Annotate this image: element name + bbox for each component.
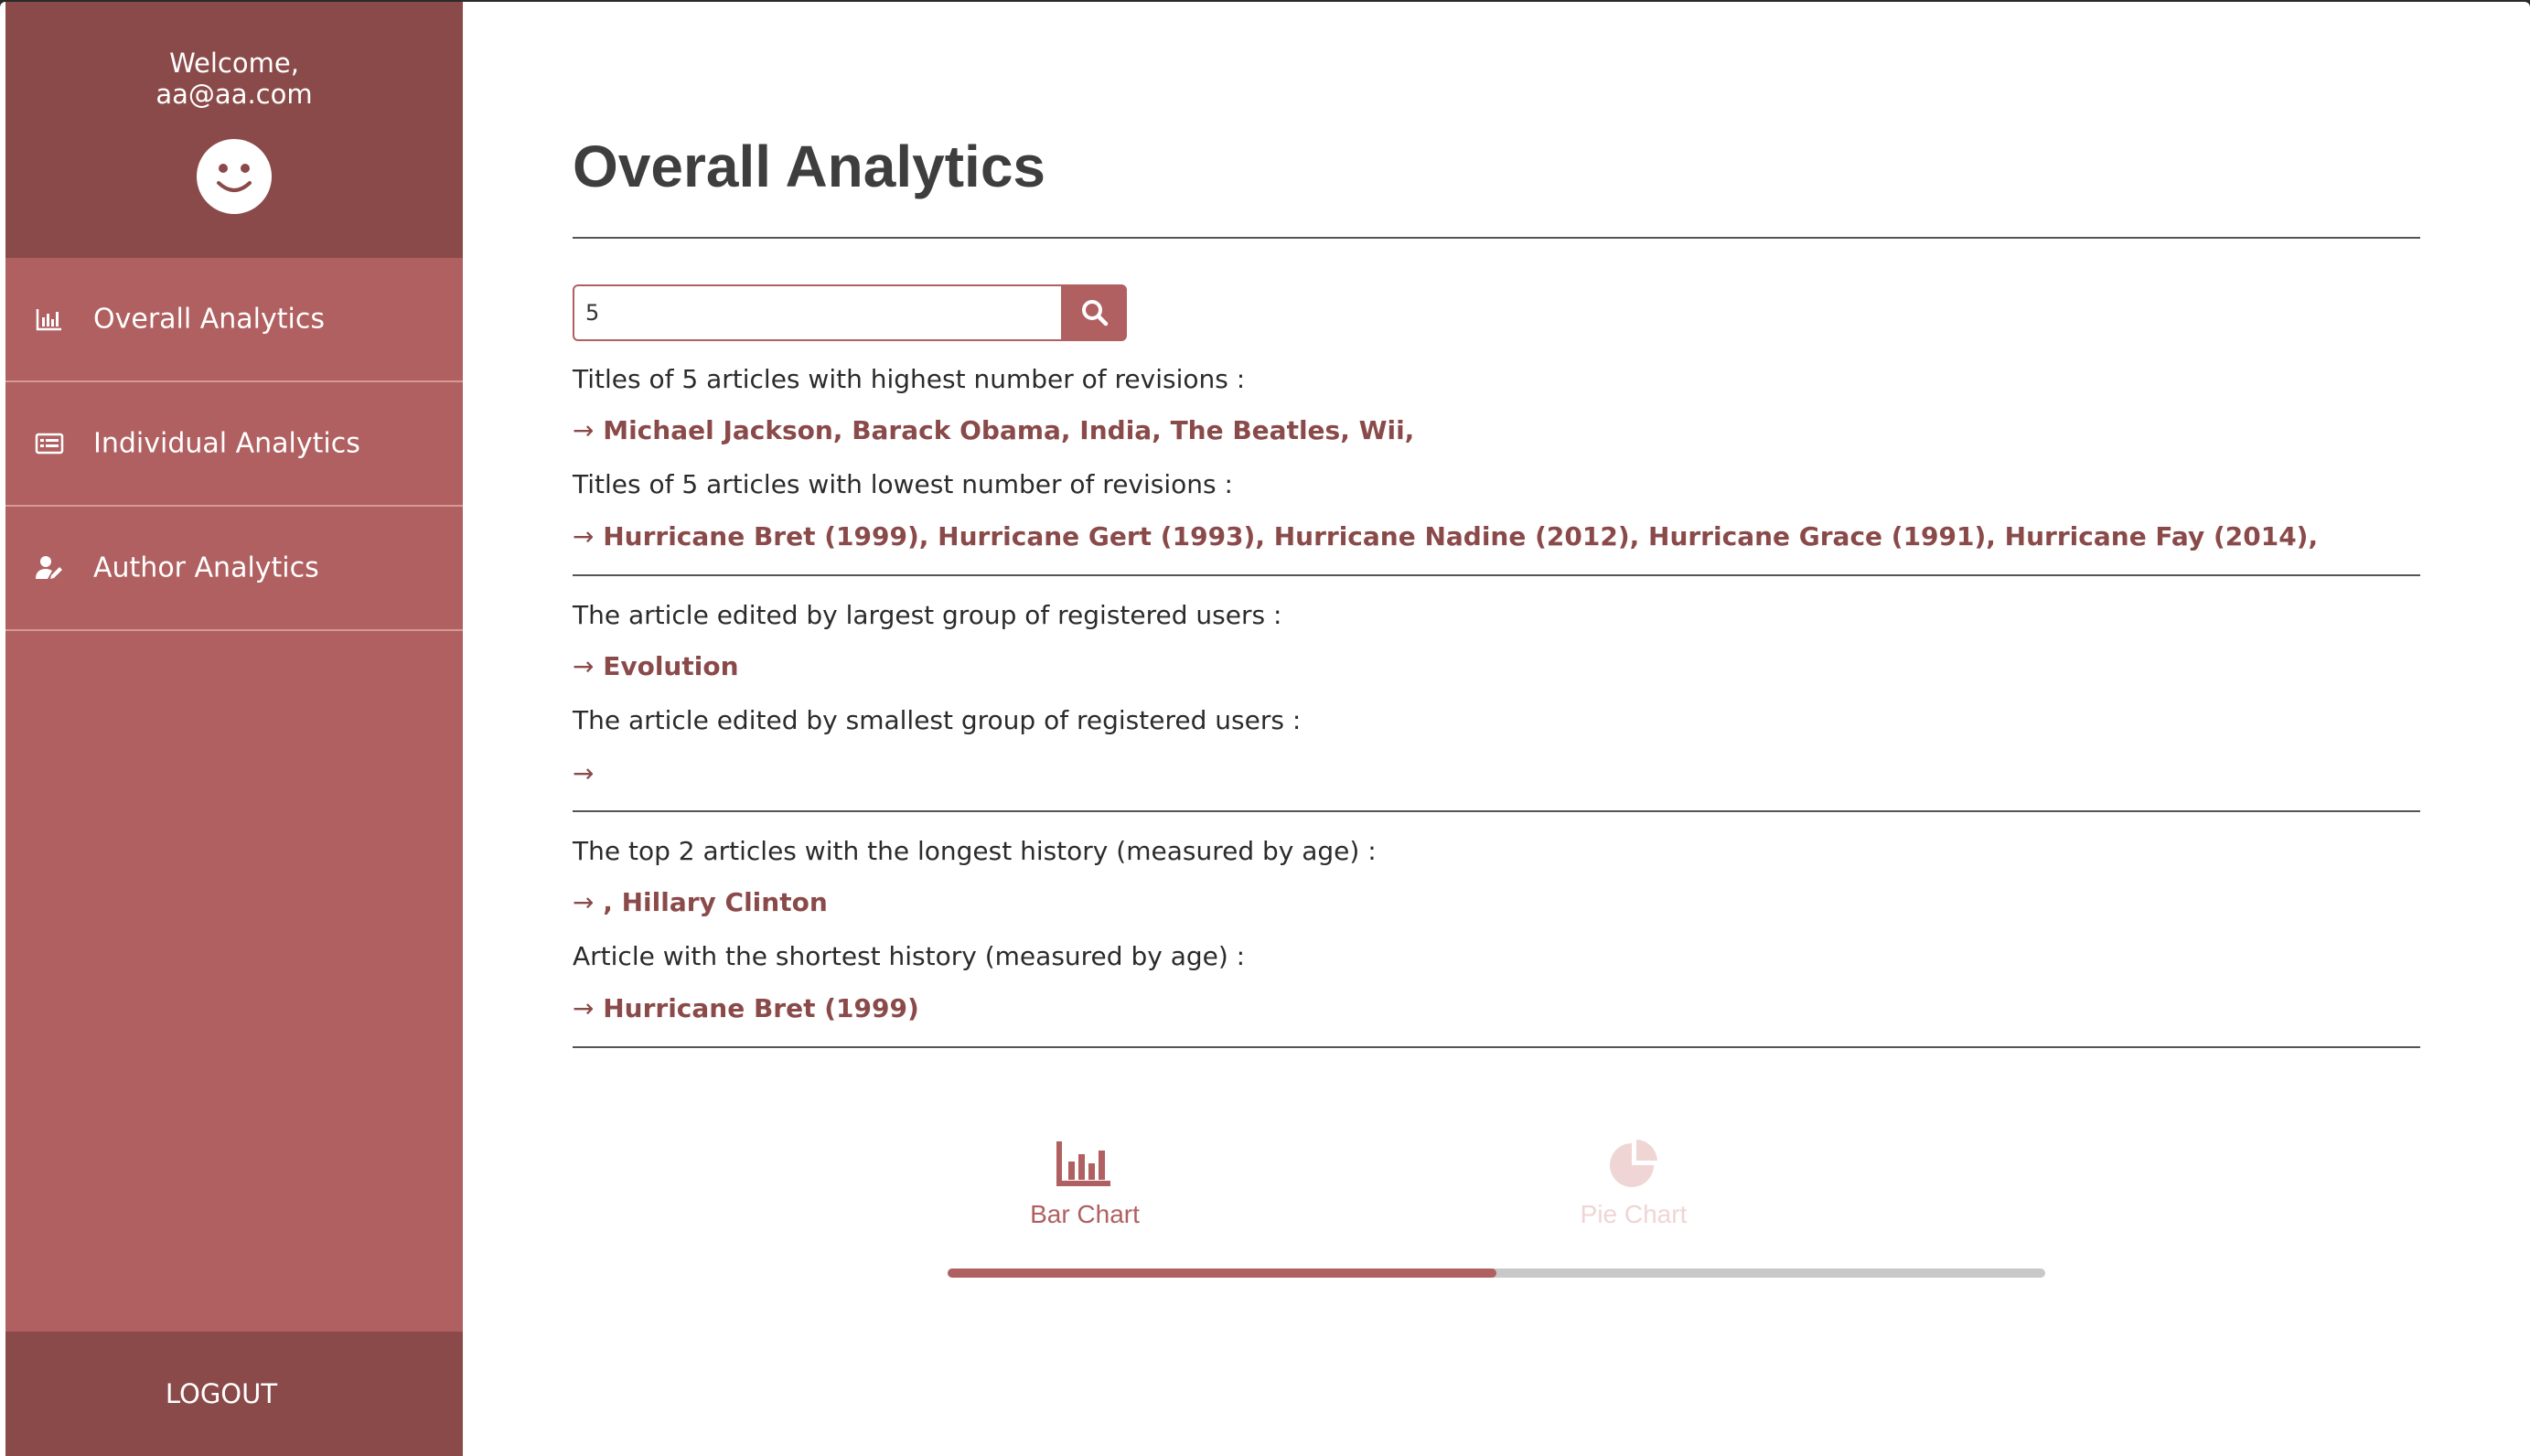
divider <box>573 574 2420 576</box>
question-highest-revisions: Titles of 5 articles with highest number… <box>573 364 1246 394</box>
arrow-icon: → <box>573 415 595 445</box>
answer-text: Michael Jackson, Barack Obama, India, Th… <box>603 415 1415 445</box>
arrow-icon: → <box>573 993 595 1023</box>
user-email: aa@aa.com <box>155 79 313 110</box>
pie-chart-icon <box>1610 1140 1657 1187</box>
arrow-icon: → <box>573 521 595 551</box>
smiley-face-icon <box>197 139 272 214</box>
welcome-greeting: Welcome, <box>169 48 299 79</box>
tab-label: Pie Chart <box>1580 1200 1688 1228</box>
answer-largest-user-group: → Evolution <box>573 651 739 681</box>
tab-indicator-track <box>948 1269 2045 1278</box>
divider <box>573 810 2420 812</box>
tab-bar-chart[interactable]: Bar Chart <box>948 1138 1222 1238</box>
tab-indicator-fill <box>948 1269 1496 1278</box>
divider <box>573 1046 2420 1048</box>
answer-smallest-user-group: → <box>573 758 594 788</box>
search-bar <box>573 284 1127 341</box>
answer-shortest-history: → Hurricane Bret (1999) <box>573 993 919 1023</box>
tab-label: Bar Chart <box>1030 1200 1140 1228</box>
sidebar-item-label: Individual Analytics <box>93 427 360 460</box>
answer-longest-history: → , Hillary Clinton <box>573 887 828 917</box>
answer-text: , Hillary Clinton <box>603 887 828 917</box>
search-icon <box>1082 300 1109 327</box>
bar-chart-icon <box>1056 1141 1110 1186</box>
logout-button[interactable]: LOGOUT <box>5 1332 463 1456</box>
table-list-icon <box>35 433 64 455</box>
tab-pie-chart[interactable]: Pie Chart <box>1496 1138 1771 1238</box>
answer-lowest-revisions: → Hurricane Bret (1999), Hurricane Gert … <box>573 521 2318 551</box>
question-smallest-user-group: The article edited by smallest group of … <box>573 705 1302 735</box>
answer-text: Evolution <box>603 651 739 681</box>
arrow-icon: → <box>573 758 595 788</box>
arrow-icon: → <box>573 887 595 917</box>
sidebar: Welcome, aa@aa.com Overall Analytics Ind… <box>5 2 463 1456</box>
page-title: Overall Analytics <box>573 134 1045 199</box>
sidebar-item-label: Author Analytics <box>93 551 319 584</box>
search-button[interactable] <box>1063 284 1127 341</box>
arrow-icon: → <box>573 651 595 681</box>
search-input[interactable] <box>573 284 1063 341</box>
question-longest-history: The top 2 articles with the longest hist… <box>573 836 1377 866</box>
answer-text: Hurricane Bret (1999) <box>603 993 919 1023</box>
user-edit-icon <box>36 556 62 579</box>
answer-text: Hurricane Bret (1999), Hurricane Gert (1… <box>603 521 2319 551</box>
sidebar-item-overall-analytics[interactable]: Overall Analytics <box>5 258 463 382</box>
sidebar-item-label: Overall Analytics <box>93 303 325 336</box>
sidebar-header: Welcome, aa@aa.com <box>5 2 463 258</box>
question-largest-user-group: The article edited by largest group of r… <box>573 600 1282 630</box>
welcome-message: Welcome, aa@aa.com <box>5 48 463 110</box>
bar-chart-icon <box>36 309 61 331</box>
logout-label: LOGOUT <box>165 1378 278 1409</box>
divider <box>573 237 2420 239</box>
sidebar-item-author-analytics[interactable]: Author Analytics <box>5 507 463 631</box>
answer-highest-revisions: → Michael Jackson, Barack Obama, India, … <box>573 415 1414 445</box>
app-window: Welcome, aa@aa.com Overall Analytics Ind… <box>0 2 2530 1456</box>
sidebar-item-individual-analytics[interactable]: Individual Analytics <box>5 382 463 507</box>
question-shortest-history: Article with the shortest history (measu… <box>573 941 1246 971</box>
question-lowest-revisions: Titles of 5 articles with lowest number … <box>573 469 1233 499</box>
